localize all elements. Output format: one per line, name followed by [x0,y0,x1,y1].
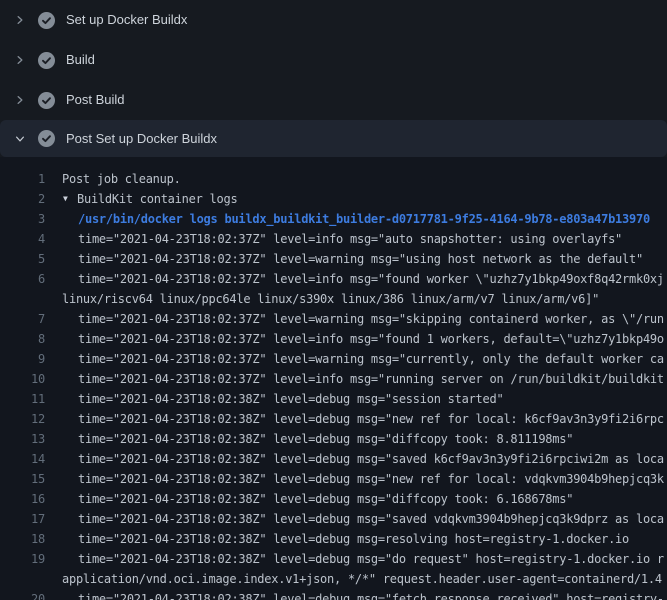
check-circle-icon [38,52,55,69]
step-label: Set up Docker Buildx [66,12,187,28]
log-line-number[interactable]: 4 [0,229,45,249]
log-line-text: time="2021-04-23T18:02:37Z" level=warnin… [45,249,643,269]
log-line: 16time="2021-04-23T18:02:38Z" level=debu… [0,489,667,509]
log-line-text: time="2021-04-23T18:02:38Z" level=debug … [45,529,629,549]
log-line-number[interactable]: 18 [0,529,45,549]
step-label: Post Build [66,92,125,108]
log-line-text: time="2021-04-23T18:02:38Z" level=debug … [45,589,664,600]
log-line-number[interactable]: 10 [0,369,45,389]
step-label: Post Set up Docker Buildx [66,131,217,147]
log-line: 7time="2021-04-23T18:02:37Z" level=warni… [0,309,667,329]
log-container: 1Post job cleanup.2▼BuildKit container l… [0,157,667,600]
log-line: application/vnd.oci.image.index.v1+json,… [0,569,667,589]
log-line-number[interactable]: 9 [0,349,45,369]
log-line: linux/riscv64 linux/ppc64le linux/s390x … [0,289,667,309]
log-line-text: time="2021-04-23T18:02:37Z" level=info m… [45,369,664,389]
log-line-text: time="2021-04-23T18:02:38Z" level=debug … [45,409,664,429]
log-line-text: time="2021-04-23T18:02:38Z" level=debug … [45,549,664,569]
log-line: 12time="2021-04-23T18:02:38Z" level=debu… [0,409,667,429]
log-line: 20time="2021-04-23T18:02:38Z" level=debu… [0,589,667,600]
log-line: 2▼BuildKit container logs [0,189,667,209]
step-label: Build [66,52,95,68]
chevron-right-icon [12,92,28,108]
log-line: 15time="2021-04-23T18:02:38Z" level=debu… [0,469,667,489]
step-row-post-set-up-docker-buildx[interactable]: Post Set up Docker Buildx [0,120,667,157]
log-line: 8time="2021-04-23T18:02:37Z" level=info … [0,329,667,349]
log-line-number[interactable]: 15 [0,469,45,489]
group-collapse-triangle-icon[interactable]: ▼ [63,189,73,209]
log-line-number[interactable]: 11 [0,389,45,409]
log-line-number[interactable]: 3 [0,209,45,229]
log-line-text: time="2021-04-23T18:02:37Z" level=info m… [45,329,664,349]
log-line: 3/usr/bin/docker logs buildx_buildkit_bu… [0,209,667,229]
log-line-text: time="2021-04-23T18:02:38Z" level=debug … [45,449,664,469]
log-line: 18time="2021-04-23T18:02:38Z" level=debu… [0,529,667,549]
log-line: 9time="2021-04-23T18:02:37Z" level=warni… [0,349,667,369]
log-line-number[interactable] [0,569,45,589]
log-line-number[interactable]: 20 [0,589,45,600]
log-line-number[interactable]: 13 [0,429,45,449]
log-line-text: time="2021-04-23T18:02:37Z" level=warnin… [45,349,664,369]
chevron-right-icon [12,12,28,28]
actions-log-viewer: Set up Docker Buildx Build Post Build [0,0,667,600]
log-line-number[interactable]: 2 [0,189,45,209]
log-line-number[interactable] [0,289,45,309]
log-line-text: time="2021-04-23T18:02:38Z" level=debug … [45,509,664,529]
log-line: 13time="2021-04-23T18:02:38Z" level=debu… [0,429,667,449]
log-line-number[interactable]: 6 [0,269,45,289]
chevron-right-icon [12,52,28,68]
log-line-number[interactable]: 17 [0,509,45,529]
log-line-text: application/vnd.oci.image.index.v1+json,… [45,569,662,589]
log-line-text: time="2021-04-23T18:02:37Z" level=warnin… [45,309,664,329]
log-line: 11time="2021-04-23T18:02:38Z" level=debu… [0,389,667,409]
step-row-set-up-docker-buildx[interactable]: Set up Docker Buildx [0,0,667,40]
log-line-number[interactable]: 7 [0,309,45,329]
log-line-text: time="2021-04-23T18:02:37Z" level=info m… [45,269,664,289]
log-line: 1Post job cleanup. [0,169,667,189]
log-line-text: time="2021-04-23T18:02:38Z" level=debug … [45,429,573,449]
log-line-text: time="2021-04-23T18:02:38Z" level=debug … [45,489,573,509]
log-line-number[interactable]: 8 [0,329,45,349]
step-list: Set up Docker Buildx Build Post Build [0,0,667,157]
check-circle-icon [38,12,55,29]
log-line: 19time="2021-04-23T18:02:38Z" level=debu… [0,549,667,569]
log-line-number[interactable]: 1 [0,169,45,189]
log-command-text: /usr/bin/docker logs buildx_buildkit_bui… [45,209,650,229]
check-circle-icon [38,92,55,109]
log-line-number[interactable]: 16 [0,489,45,509]
log-line: 4time="2021-04-23T18:02:37Z" level=info … [0,229,667,249]
group-title: BuildKit container logs [77,189,237,209]
chevron-down-icon [12,131,28,147]
log-line: 6time="2021-04-23T18:02:37Z" level=info … [0,269,667,289]
log-line-text: linux/riscv64 linux/ppc64le linux/s390x … [45,289,599,309]
log-line-number[interactable]: 12 [0,409,45,429]
log-line-text: time="2021-04-23T18:02:38Z" level=debug … [45,389,503,409]
log-line: 14time="2021-04-23T18:02:38Z" level=debu… [0,449,667,469]
log-lines: 1Post job cleanup.2▼BuildKit container l… [0,169,667,600]
log-line-text: time="2021-04-23T18:02:38Z" level=debug … [45,469,664,489]
step-row-build[interactable]: Build [0,40,667,80]
log-line-number[interactable]: 5 [0,249,45,269]
check-circle-icon [38,130,55,147]
log-line: 17time="2021-04-23T18:02:38Z" level=debu… [0,509,667,529]
log-line: 10time="2021-04-23T18:02:37Z" level=info… [0,369,667,389]
log-line-text: time="2021-04-23T18:02:37Z" level=info m… [45,229,622,249]
step-row-post-build[interactable]: Post Build [0,80,667,120]
log-line-number[interactable]: 19 [0,549,45,569]
log-line-text: Post job cleanup. [45,169,181,189]
log-line-number[interactable]: 14 [0,449,45,469]
log-line-text[interactable]: ▼BuildKit container logs [45,189,237,209]
log-line: 5time="2021-04-23T18:02:37Z" level=warni… [0,249,667,269]
